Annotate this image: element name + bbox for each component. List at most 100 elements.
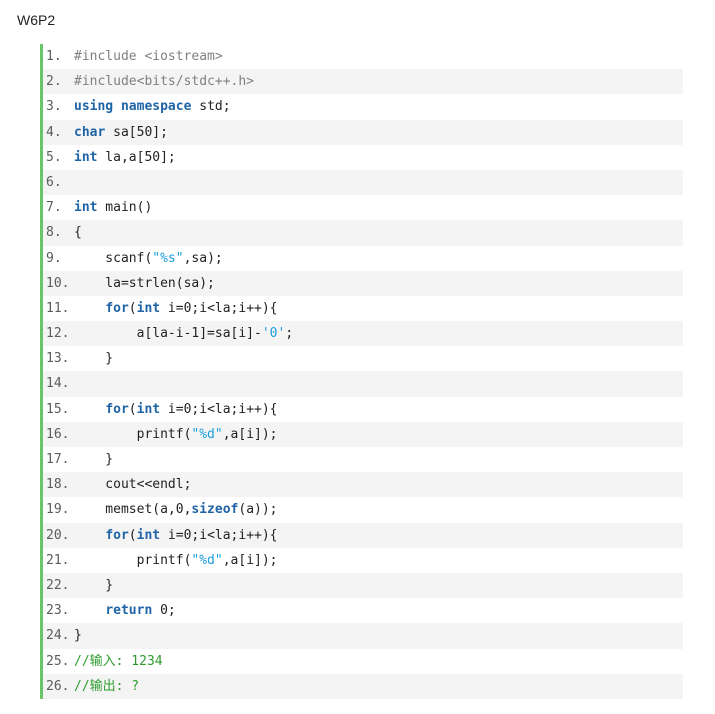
code-text: }: [74, 346, 113, 371]
code-token: int: [136, 401, 161, 417]
code-token: ,a[i]);: [222, 552, 278, 568]
line-number: 20.: [46, 527, 70, 543]
page-title: W6P2: [17, 12, 56, 28]
code-token: i=0;i<la;i++){: [160, 527, 278, 543]
code-token: }: [74, 351, 114, 367]
code-line: 1. #include <iostream>: [43, 44, 683, 69]
line-number: 14.: [46, 376, 70, 392]
code-token: (: [128, 401, 137, 417]
code-token: i=0;i<la;i++){: [160, 300, 278, 316]
code-line: 18. cout<<endl;: [43, 472, 683, 498]
code-text: }: [74, 573, 113, 598]
code-text: la=strlen(sa);: [74, 271, 215, 296]
line-number: 12.: [46, 326, 70, 342]
code-text: //输入: 1234: [74, 649, 163, 674]
code-line: 2. #include<bits/stdc++.h>: [43, 69, 683, 95]
code-text: int main(): [74, 195, 152, 220]
code-token: sa[50];: [105, 124, 168, 140]
code-token: std;: [191, 99, 231, 115]
line-number: 6.: [46, 174, 62, 190]
code-token: cout<<endl;: [74, 477, 192, 493]
code-line: 16. printf("%d",a[i]);: [43, 421, 683, 447]
code-line: 13. }: [43, 346, 683, 371]
line-number: 15.: [46, 401, 70, 417]
line-number: 7.: [46, 200, 62, 216]
code-token: }: [74, 577, 114, 593]
code-text: memset(a,0,sizeof(a));: [74, 497, 278, 522]
code-line: 26.//输出: ?: [43, 673, 683, 699]
code-token: #include <iostream>: [74, 49, 223, 64]
code-token: }: [74, 628, 82, 644]
code-line: 4. char sa[50];: [43, 119, 683, 145]
line-number: 9.: [46, 250, 62, 266]
code-token: {: [74, 225, 82, 241]
code-token: memset(a,0,: [74, 502, 192, 518]
code-text: for(int i=0;i<la;i++){: [74, 397, 278, 422]
line-number: 10.: [46, 275, 70, 291]
code-text: for(int i=0;i<la;i++){: [74, 523, 278, 548]
code-text: #include <iostream>: [74, 44, 223, 69]
code-line: 20. for(int i=0;i<la;i++){: [43, 522, 683, 548]
code-token: la=strlen(sa);: [74, 275, 215, 291]
line-number: 2.: [46, 74, 62, 90]
code-token: int: [74, 200, 98, 216]
code-text: scanf("%s",sa);: [74, 246, 223, 271]
code-text: char sa[50];: [74, 120, 168, 145]
code-token: char: [74, 124, 106, 140]
code-token: #include<bits/stdc++.h>: [74, 74, 255, 90]
line-number: 13.: [46, 351, 70, 367]
line-number: 3.: [46, 99, 62, 115]
code-line: 10. la=strlen(sa);: [43, 270, 683, 296]
code-token: using: [74, 99, 114, 115]
code-line: 3. using namespace std;: [43, 94, 683, 119]
code-line: 9. scanf("%s",sa);: [43, 246, 683, 271]
code-token: sizeof: [191, 502, 239, 518]
code-token: return: [105, 603, 153, 619]
code-token: for: [105, 300, 129, 316]
code-line: 7. int main(): [43, 195, 683, 220]
code-text: return 0;: [74, 598, 176, 623]
code-token: i=0;i<la;i++){: [160, 401, 278, 417]
line-number: 25.: [46, 653, 70, 669]
line-number: 17.: [46, 452, 70, 467]
code-line: 11. for(int i=0;i<la;i++){: [43, 296, 683, 321]
code-text: printf("%d",a[i]);: [74, 548, 278, 573]
code-line: 21. printf("%d",a[i]);: [43, 548, 683, 573]
code-token: namespace: [120, 99, 192, 115]
code-token: a[la-i-1]=sa[i]-: [74, 326, 262, 342]
code-text: cout<<endl;: [74, 472, 191, 497]
code-text: #include<bits/stdc++.h>: [74, 69, 254, 94]
code-token: scanf(: [74, 250, 153, 266]
code-token: ,sa);: [183, 250, 223, 266]
code-token: //输出: ?: [74, 678, 140, 694]
line-number: 4.: [46, 124, 62, 140]
line-number: 26.: [46, 678, 70, 694]
code-text: }: [74, 623, 82, 648]
line-number: 18.: [46, 477, 70, 493]
code-token: }: [74, 452, 114, 467]
code-token: 0;: [152, 603, 176, 619]
code-line: 14.: [43, 371, 683, 397]
code-block: 1. #include <iostream> 2. #include<bits/std…: [40, 44, 683, 699]
code-line: 17. }: [43, 447, 683, 472]
code-token: int: [136, 300, 161, 316]
line-number: 23.: [46, 603, 70, 619]
code-line: 22. }: [43, 572, 683, 599]
code-token: (a));: [238, 502, 278, 518]
line-number: 11.: [46, 300, 70, 316]
code-line: 15. for(int i=0;i<la;i++){: [43, 397, 683, 422]
line-number: 21.: [46, 552, 70, 568]
code-line: 6.: [43, 169, 683, 196]
code-token: (: [128, 300, 137, 316]
code-token: printf(: [74, 426, 192, 442]
code-line: 23. return 0;: [43, 598, 683, 623]
code-text: }: [74, 447, 113, 472]
code-token: for: [105, 401, 129, 417]
code-text: printf("%d",a[i]);: [74, 422, 278, 447]
line-number: 24.: [46, 628, 70, 644]
